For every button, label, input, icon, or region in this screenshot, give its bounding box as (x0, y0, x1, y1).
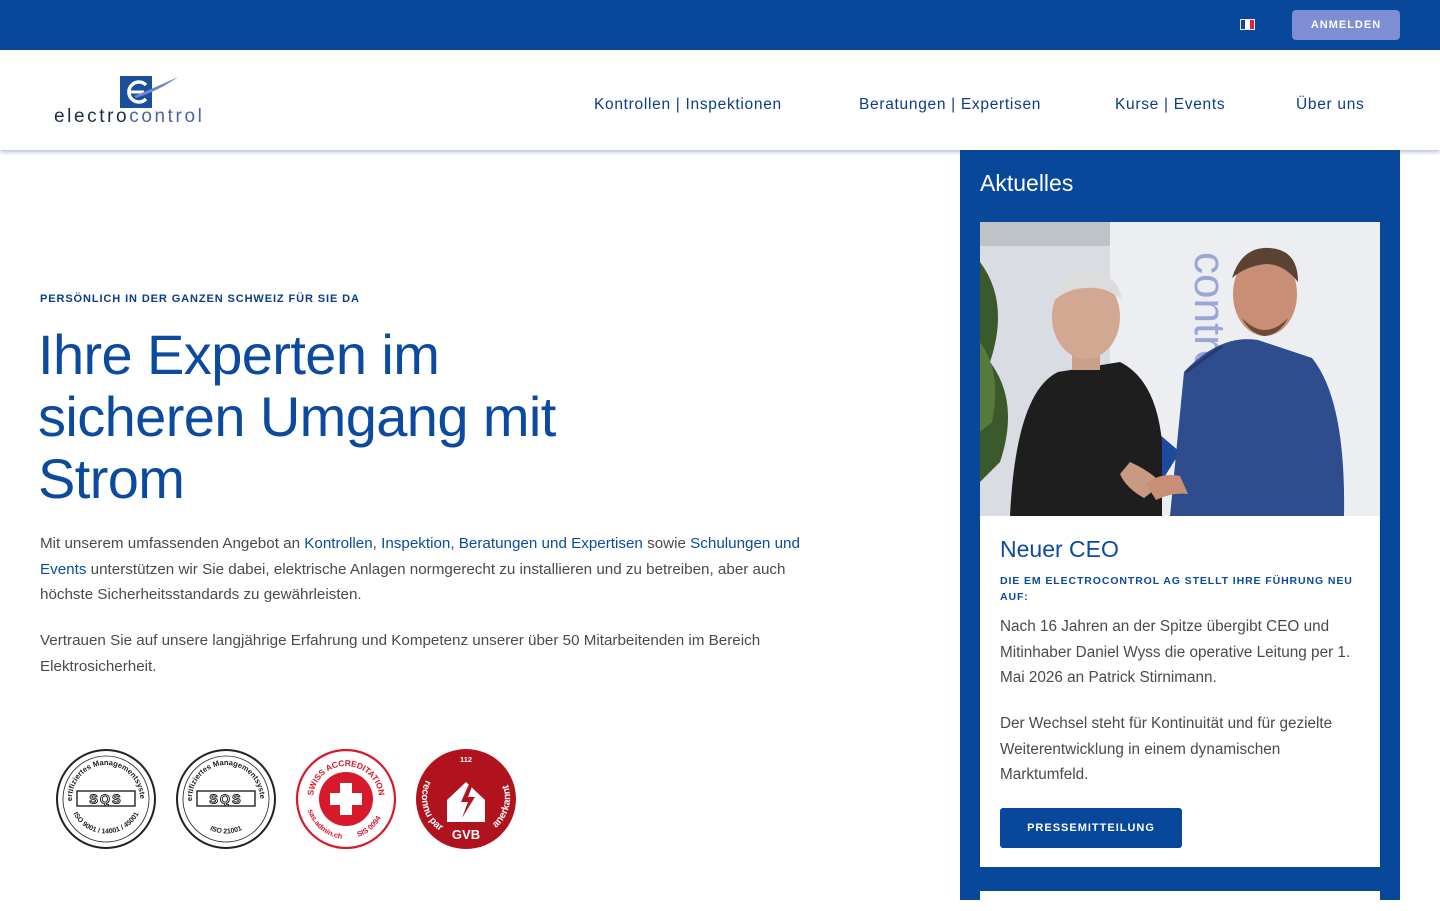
news-paragraph-1: Nach 16 Jahren an der Spitze übergibt CE… (1000, 618, 1351, 686)
logo-text-dark: electro (54, 106, 130, 127)
top-bar: ANMELDEN (0, 0, 1440, 50)
nav-kurse-events[interactable]: Kurse | Events (1115, 96, 1225, 114)
fr-flag-icon[interactable] (1240, 19, 1255, 30)
logo-mark-icon (120, 76, 178, 108)
login-button[interactable]: ANMELDEN (1292, 10, 1400, 40)
nav-kontrollen-inspektionen[interactable]: Kontrollen | Inspektionen (594, 96, 782, 114)
press-release-button[interactable]: PRESSEMITTEILUNG (1000, 808, 1182, 848)
seal-center-text: GVB (452, 827, 480, 842)
hero-intro-paragraph: Mit unserem umfassenden Angebot an Kontr… (40, 531, 800, 608)
nav-beratungen-expertisen[interactable]: Beratungen | Expertisen (859, 96, 1041, 114)
news-subtitle: DIE EM ELECTROCONTROL AG STELLT IHRE FÜH… (1000, 575, 1353, 603)
news-sidebar: Aktuelles control Neuer CEO DIE EM ELECT… (960, 150, 1400, 911)
hero-trust-paragraph: Vertrauen Sie auf unsere langjährige Erf… (40, 632, 761, 675)
sqs-iso-9001-seal-icon: Zertifiziertes Managementsystem SQS ISO … (55, 748, 156, 849)
logo-text-light: control (129, 106, 205, 127)
hero-title-line-2: sicheren Umgang mit (38, 385, 556, 448)
sqs-iso-21001-seal-icon: Zertifiziertes Managementsystem SQS ISO … (175, 748, 276, 849)
intro-text: Mit unserem umfassenden Angebot an (40, 535, 305, 552)
intro-text: unterstützen wir Sie dabei, elektrische … (40, 560, 786, 604)
hero-title-line-3: Strom (38, 447, 185, 510)
nav-ueber-uns[interactable]: Über uns (1296, 96, 1365, 114)
news-title[interactable]: Neuer CEO (1000, 536, 1119, 563)
sidebar-title: Aktuelles (980, 170, 1074, 196)
hero-title: Ihre Experten im sicheren Umgang mit Str… (38, 324, 658, 510)
gvb-seal-icon: 112 GVB reconnu par anerkannt (416, 749, 516, 849)
seal-number-text: 112 (460, 755, 472, 764)
next-news-card[interactable] (980, 891, 1380, 911)
intro-text: , (372, 535, 382, 552)
news-paragraph-2: Der Wechsel steht für Kontinuität und fü… (1000, 715, 1333, 783)
intro-text: sowie (642, 535, 691, 552)
intro-text: , (450, 535, 459, 552)
seal-center-text: SQS (209, 792, 242, 807)
site-header: electrocontrol Kontrollen | Inspektionen… (0, 50, 1440, 150)
seal-center-text: SQS (89, 792, 122, 807)
link-inspektion[interactable]: Inspektion (381, 535, 450, 552)
news-photo-illustration: control (980, 222, 1380, 516)
two-men-handshake-photo[interactable]: control (980, 222, 1380, 516)
swiss-accreditation-seal-icon: SWISS ACCREDITATION sas.admin.ch SIS 009… (295, 748, 397, 850)
electrocontrol-logo[interactable]: electrocontrol (54, 74, 224, 128)
news-card[interactable]: control Neuer CEO DIE EM ELECTROCONTROL … (980, 222, 1380, 867)
hero-title-line-1: Ihre Experten im (38, 323, 440, 386)
link-beratungen-expertisen[interactable]: Beratungen und Expertisen (459, 535, 643, 552)
logo-wordmark: electrocontrol (54, 106, 204, 128)
hero-eyebrow: PERSÖNLICH IN DER GANZEN SCHWEIZ FÜR SIE… (40, 293, 360, 305)
link-kontrollen[interactable]: Kontrollen (304, 535, 372, 552)
